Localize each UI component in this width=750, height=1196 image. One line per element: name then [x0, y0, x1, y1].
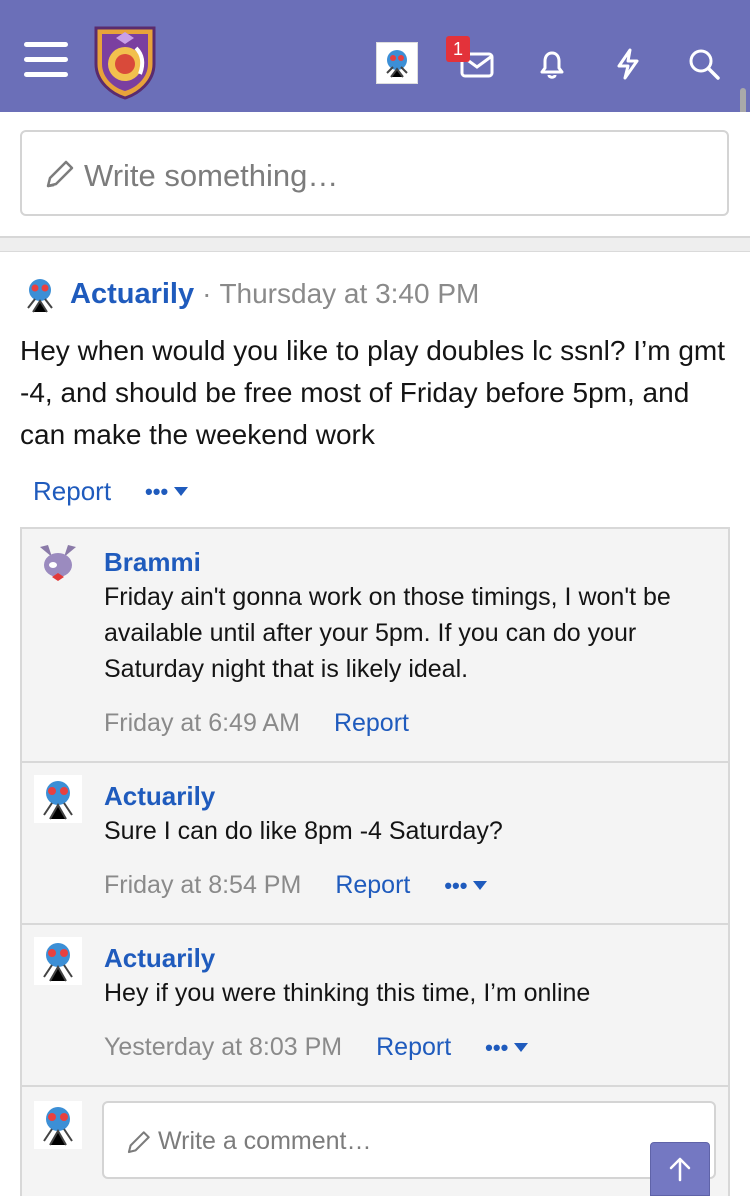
comment-more-options[interactable]: •••	[444, 872, 488, 899]
more-options-menu[interactable]: •••	[145, 478, 189, 505]
menu-icon[interactable]	[24, 42, 68, 80]
commenter-avatar[interactable]	[34, 541, 82, 589]
commenter-avatar[interactable]	[34, 937, 82, 985]
comment-meta: Friday at 8:54 PM Report •••	[104, 871, 488, 900]
comment-item: Actuarily Sure I can do like 8pm -4 Satu…	[22, 763, 728, 925]
comment-author[interactable]: Actuarily	[104, 781, 215, 812]
pencil-icon	[127, 1131, 150, 1154]
bell-icon[interactable]	[532, 44, 572, 84]
ellipsis-icon: •••	[145, 478, 169, 504]
author-avatar[interactable]	[20, 274, 60, 314]
report-link[interactable]: Report	[33, 476, 111, 507]
reply-user-avatar[interactable]	[34, 1101, 82, 1149]
comment-report-link[interactable]: Report	[334, 709, 409, 738]
comment-item: Actuarily Hey if you were thinking this …	[22, 925, 728, 1087]
comment-author[interactable]: Actuarily	[104, 943, 215, 974]
caret-down-icon	[473, 881, 488, 890]
comment-text: Friday ain't gonna work on those timings…	[104, 583, 671, 683]
post-body: Hey when would you like to play doubles …	[20, 335, 726, 450]
status-update-section: Write something…	[0, 112, 750, 238]
pencil-icon	[46, 160, 74, 188]
status-placeholder: Write something…	[84, 158, 339, 193]
arrow-up-icon	[669, 1157, 691, 1182]
comment-more-options[interactable]: •••	[485, 1034, 529, 1061]
lightning-icon[interactable]	[608, 44, 648, 84]
commenter-avatar[interactable]	[34, 775, 82, 823]
caret-down-icon	[514, 1043, 529, 1052]
post-header: Actuarily · Thursday at 3:40 PM	[20, 274, 479, 314]
comment-report-link[interactable]: Report	[335, 871, 410, 900]
post-actions: Report •••	[33, 476, 189, 507]
ellipsis-icon: •••	[444, 872, 468, 898]
comment-meta: Friday at 6:49 AM Report	[104, 709, 409, 738]
top-navigation-bar: 1	[0, 0, 750, 112]
status-input[interactable]: Write something…	[20, 130, 729, 216]
comment-meta: Yesterday at 8:03 PM Report •••	[104, 1033, 529, 1062]
notification-badge: 1	[446, 36, 470, 62]
section-divider	[0, 238, 750, 252]
comment-timestamp[interactable]: Friday at 8:54 PM	[104, 871, 301, 900]
comment-report-link[interactable]: Report	[376, 1033, 451, 1062]
ellipsis-icon: •••	[485, 1034, 509, 1060]
comment-input[interactable]: Write a comment…	[102, 1101, 716, 1179]
meta-separator: ·	[202, 278, 212, 309]
scroll-to-top-button[interactable]	[650, 1142, 710, 1196]
post-author[interactable]: Actuarily	[70, 278, 194, 311]
comment-text: Sure I can do like 8pm -4 Saturday?	[104, 817, 503, 845]
comment-text: Hey if you were thinking this time, I’m …	[104, 979, 591, 1007]
site-logo[interactable]	[92, 24, 158, 100]
comment-placeholder: Write a comment…	[158, 1127, 372, 1155]
comment-timestamp[interactable]: Yesterday at 8:03 PM	[104, 1033, 342, 1062]
comments-section: Brammi Friday ain't gonna work on those …	[20, 527, 730, 1196]
comment-author[interactable]: Brammi	[104, 547, 201, 578]
comment-item: Brammi Friday ain't gonna work on those …	[22, 529, 728, 763]
post-timestamp[interactable]: Thursday at 3:40 PM	[219, 278, 479, 310]
comment-timestamp[interactable]: Friday at 6:49 AM	[104, 709, 300, 738]
search-icon[interactable]	[684, 44, 724, 84]
caret-down-icon	[174, 487, 189, 496]
user-avatar[interactable]	[376, 42, 418, 84]
